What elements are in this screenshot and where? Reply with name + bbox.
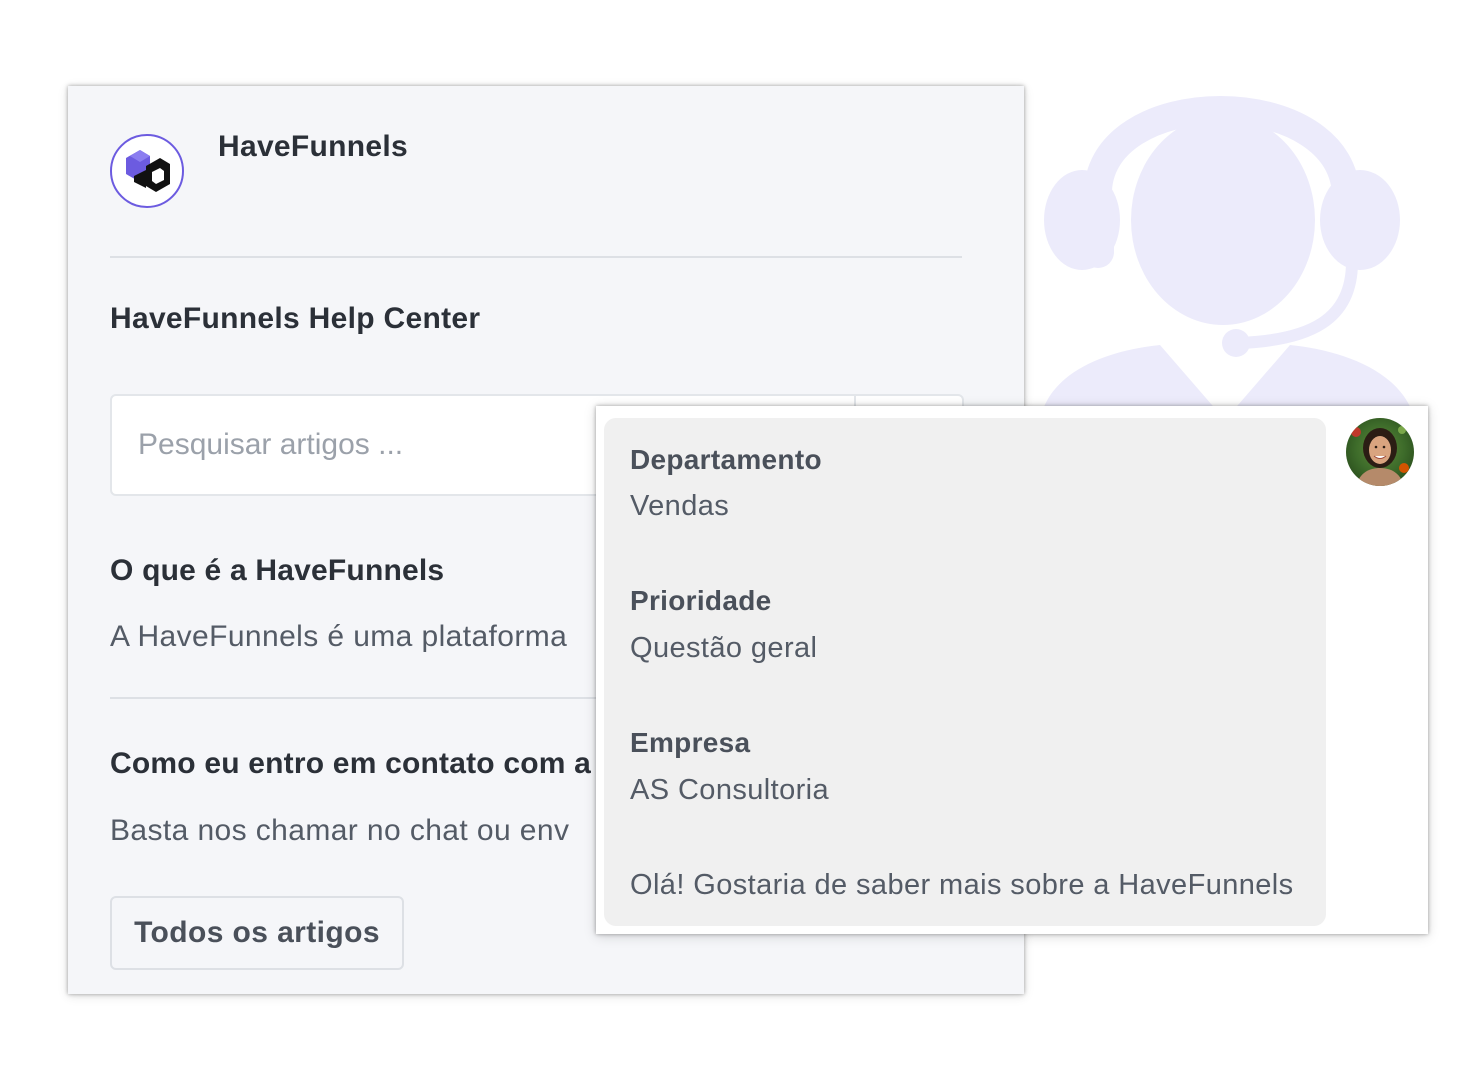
company-value: AS Consultoria — [630, 774, 830, 806]
department-value: Vendas — [630, 490, 730, 522]
company-label: Empresa — [630, 727, 751, 758]
help-center-title: HaveFunnels Help Center — [110, 302, 481, 335]
article-excerpt: Basta nos chamar no chat ou env — [110, 814, 570, 847]
header-divider — [110, 256, 962, 258]
priority-label: Prioridade — [630, 585, 772, 616]
priority-value: Questão geral — [630, 632, 818, 664]
user-avatar-image — [1346, 418, 1414, 486]
article-title[interactable]: O que é a HaveFunnels — [110, 554, 444, 588]
support-agent-headset-icon — [1040, 96, 1415, 420]
article-excerpt: A HaveFunnels é uma plataforma — [110, 620, 568, 653]
user-avatar[interactable] — [1346, 418, 1414, 486]
brand-name: HaveFunnels — [218, 130, 409, 163]
department-label: Departamento — [630, 444, 822, 475]
chat-message-card: Departamento Vendas Prioridade Questão g… — [596, 406, 1428, 934]
brand-logo — [110, 134, 184, 208]
chat-message-text: Olá! Gostaria de saber mais sobre a Have… — [630, 869, 1294, 901]
cube-logo-icon — [117, 141, 177, 201]
article-title[interactable]: Como eu entro em contato com a — [110, 747, 591, 781]
chat-message-bubble: Departamento Vendas Prioridade Questão g… — [604, 418, 1326, 926]
all-articles-button[interactable]: Todos os artigos — [110, 896, 404, 970]
